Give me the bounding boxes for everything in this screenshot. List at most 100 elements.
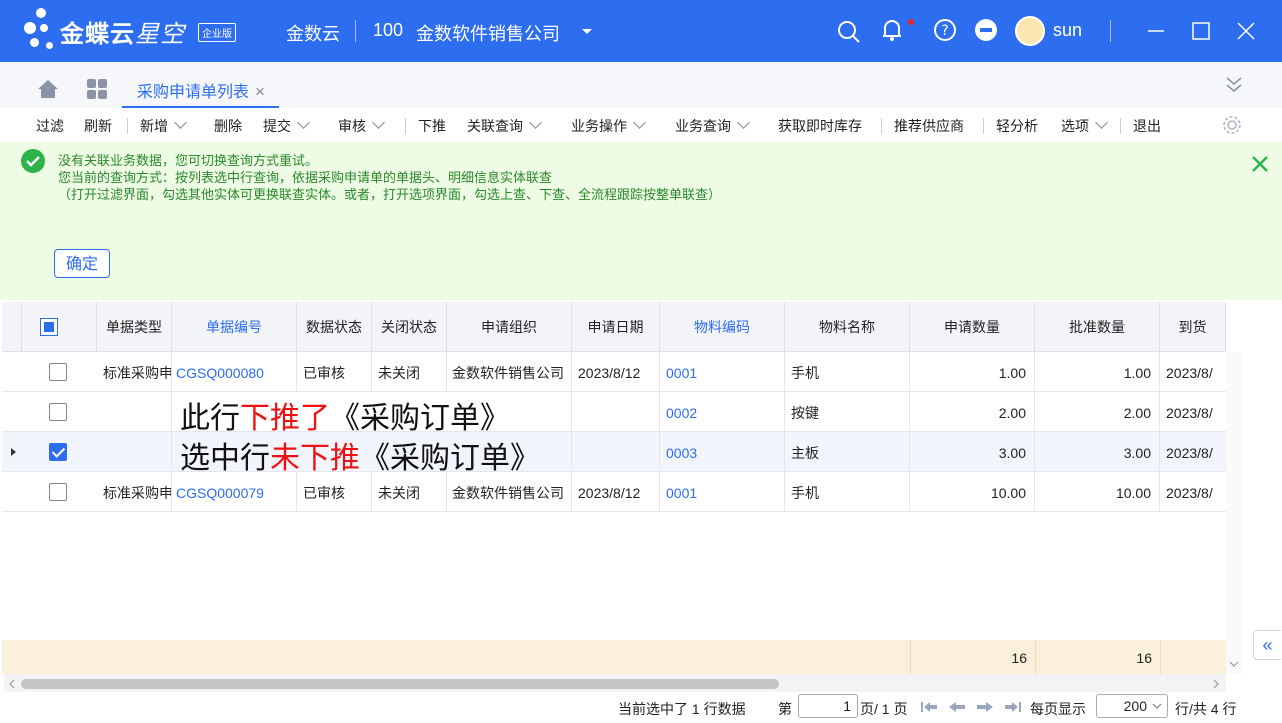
collapse-double-chevron-icon[interactable] [1224, 74, 1244, 96]
cell-material-code[interactable]: 0001 [660, 472, 785, 512]
push-down-button[interactable]: 下推 [418, 116, 446, 136]
filter-button[interactable]: 过滤 [36, 116, 64, 136]
help-icon[interactable]: ? [932, 17, 958, 43]
brand-name: 金蝶云星空 [60, 21, 185, 48]
last-page-icon[interactable] [1004, 701, 1022, 713]
settings-gear-icon[interactable] [1221, 114, 1243, 136]
header-material-name[interactable]: 物料名称 [785, 302, 910, 352]
cell-material-code[interactable]: 0003 [660, 432, 785, 472]
row-checkbox[interactable] [49, 403, 67, 421]
header-material-code[interactable]: 物料编码 [660, 302, 785, 352]
select-all-checkbox[interactable] [40, 318, 58, 336]
tab-purchase-requisition-list[interactable]: 采购申请单列表 × [122, 78, 279, 108]
audit-button[interactable]: 审核 [338, 116, 385, 136]
cell-arrival-date: 2023/8/ [1166, 485, 1213, 501]
avatar[interactable] [1015, 16, 1045, 46]
header-date[interactable]: 申请日期 [572, 302, 660, 352]
new-button[interactable]: 新增 [140, 116, 187, 136]
chevron-down-icon [633, 116, 646, 129]
account-code[interactable]: 100 [373, 20, 403, 41]
app-grid-icon[interactable] [86, 78, 108, 100]
page-number-input[interactable]: 1 [798, 694, 858, 718]
submit-button[interactable]: 提交 [263, 116, 310, 136]
chevron-down-icon [372, 116, 385, 129]
table-row[interactable]: 标准采购申 CGSQ000079 已审核 未关闭 金数软件销售公司 2023/8… [2, 472, 1226, 512]
success-check-icon [21, 149, 45, 173]
cell-doc-number[interactable]: CGSQ000080 [172, 352, 297, 392]
total-rows: 行/共 4 行 [1175, 701, 1237, 717]
cell-request-qty: 1.00 [910, 352, 1035, 392]
row-checkbox[interactable] [49, 443, 67, 461]
header-org[interactable]: 申请组织 [447, 302, 572, 352]
scroll-left-icon[interactable] [8, 679, 16, 689]
notice-line: 您当前的查询方式：按列表选中行查询，依据采购申请单的单据头、明细信息实体联查 [58, 170, 553, 185]
confirm-button[interactable]: 确定 [54, 249, 110, 278]
search-icon[interactable] [836, 17, 862, 43]
cell-data-status: 已审核 [297, 472, 372, 512]
scrollbar-thumb[interactable] [21, 679, 779, 689]
notice-line: （打开过滤界面，勾选其他实体可更换联查实体。或者，打开选项界面，勾选上查、下查、… [58, 187, 722, 202]
cell-arrival-date: 2023/8/ [1166, 365, 1213, 381]
cell-approved-qty: 2.00 [1035, 392, 1160, 432]
cell-close-status: 未关闭 [372, 352, 447, 392]
business-query-button[interactable]: 业务查询 [675, 116, 750, 136]
refresh-button[interactable]: 刷新 [84, 116, 112, 136]
header-doc-type[interactable]: 单据类型 [97, 302, 172, 352]
exit-button[interactable]: 退出 [1133, 116, 1161, 136]
chevron-down-icon [174, 116, 187, 129]
header-approved-qty[interactable]: 批准数量 [1035, 302, 1160, 352]
cell-material-name: 主板 [785, 432, 910, 472]
delete-button[interactable]: 删除 [214, 116, 242, 136]
close-icon[interactable] [1233, 18, 1259, 44]
cell-material-code[interactable]: 0001 [660, 352, 785, 392]
username[interactable]: sun [1053, 20, 1082, 41]
header-arrival-date[interactable]: 到货 [1160, 302, 1226, 352]
total-approved-qty: 16 [1035, 640, 1160, 674]
table-row[interactable]: 标准采购申 CGSQ000080 已审核 未关闭 金数软件销售公司 2023/8… [2, 352, 1226, 392]
notice-close-icon[interactable] [1250, 154, 1270, 174]
maximize-icon[interactable] [1188, 18, 1214, 44]
header-data-status[interactable]: 数据状态 [297, 302, 372, 352]
more-icon[interactable] [973, 17, 999, 43]
cell-org: 金数软件销售公司 [447, 472, 572, 512]
light-analysis-button[interactable]: 轻分析 [996, 116, 1038, 136]
cell-doc-type [97, 432, 172, 472]
cell-doc-number[interactable]: CGSQ000079 [172, 472, 297, 512]
cell-request-qty: 2.00 [910, 392, 1035, 432]
scroll-right-icon[interactable] [1212, 679, 1220, 689]
cell-material-name: 手机 [785, 352, 910, 392]
get-stock-button[interactable]: 获取即时库存 [778, 116, 862, 136]
prev-page-icon[interactable] [948, 701, 966, 713]
related-query-button[interactable]: 关联查询 [467, 116, 542, 136]
scroll-down-icon[interactable] [1229, 660, 1239, 668]
cell-material-name: 手机 [785, 472, 910, 512]
selection-status: 当前选中了 1 行数据 [618, 701, 746, 717]
side-panel-expand-icon[interactable]: « [1253, 630, 1281, 660]
tab-close-icon[interactable]: × [255, 82, 265, 101]
company-dropdown-icon[interactable] [578, 22, 596, 40]
row-checkbox[interactable] [49, 363, 67, 381]
cell-request-qty: 3.00 [910, 432, 1035, 472]
cell-doc-type: 标准采购申 [97, 352, 172, 392]
per-page-select[interactable]: 200 [1096, 694, 1168, 718]
header-request-qty[interactable]: 申请数量 [910, 302, 1035, 352]
cell-doc-type: 标准采购申 [97, 472, 172, 512]
first-page-icon[interactable] [920, 701, 938, 713]
vertical-scrollbar[interactable] [1226, 352, 1242, 674]
minimize-icon[interactable] [1143, 18, 1169, 44]
chevron-down-icon [297, 116, 310, 129]
next-page-icon[interactable] [976, 701, 994, 713]
cloud-label[interactable]: 金数云 [286, 20, 340, 46]
chevron-down-icon [529, 116, 542, 129]
cell-material-code[interactable]: 0002 [660, 392, 785, 432]
row-checkbox[interactable] [49, 483, 67, 501]
horizontal-scrollbar[interactable] [4, 674, 1226, 692]
recommend-supplier-button[interactable]: 推荐供应商 [894, 116, 964, 136]
company-name[interactable]: 金数软件销售公司 [416, 20, 560, 46]
header-doc-number[interactable]: 单据编号 [172, 302, 297, 352]
notification-bell-icon[interactable] [879, 17, 905, 43]
business-ops-button[interactable]: 业务操作 [571, 116, 646, 136]
options-button[interactable]: 选项 [1061, 116, 1108, 136]
header-close-status[interactable]: 关闭状态 [372, 302, 447, 352]
home-icon[interactable] [36, 78, 60, 100]
